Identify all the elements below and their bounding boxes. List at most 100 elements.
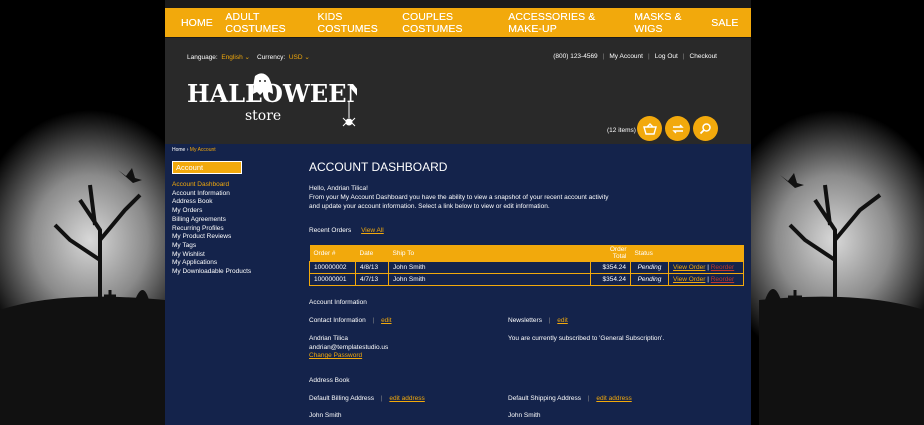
log-out-link[interactable]: Log Out (655, 53, 678, 60)
page-wrapper: HOME ADULT COSTUMES KIDS COSTUMES COUPLE… (165, 0, 751, 425)
breadcrumb-separator: › (186, 147, 189, 153)
nav-adult-costumes[interactable]: ADULT COSTUMES (225, 11, 305, 35)
edit-shipping-address-link[interactable]: edit address (596, 395, 631, 402)
compare-arrows-icon (671, 124, 684, 133)
main-content-area: Home › My Account Account Account Dashbo… (165, 144, 751, 425)
order-actions: View Order | Reorder (668, 261, 744, 274)
page-title: ACCOUNT DASHBOARD (309, 160, 448, 174)
shipping-address-label: Default Shipping Address (508, 395, 581, 402)
chevron-down-icon: ⌄ (244, 54, 250, 61)
edit-billing-address-link[interactable]: edit address (389, 395, 424, 402)
shipping-name: John Smith (508, 412, 541, 419)
edit-contact-link[interactable]: edit (381, 317, 391, 324)
order-date: 4/8/13 (355, 261, 389, 274)
change-password-link[interactable]: Change Password (309, 352, 388, 361)
reorder-link[interactable]: Reorder (711, 276, 734, 283)
sidebar-item-my-tags[interactable]: My Tags (172, 242, 251, 251)
billing-address-label: Default Billing Address (309, 395, 375, 402)
order-status: Pending (630, 273, 669, 286)
main-navigation: HOME ADULT COSTUMES KIDS COSTUMES COUPLE… (165, 8, 751, 37)
logo-sub-text: store (245, 108, 281, 124)
dashboard-content: ACCOUNT DASHBOARD Hello, Andrian Tilica!… (309, 144, 746, 425)
nav-masks-wigs[interactable]: MASKS & WIGS (634, 11, 699, 35)
breadcrumb-home[interactable]: Home (172, 147, 185, 153)
col-date: Date (359, 249, 374, 257)
newsletter-status: You are currently subscribed to 'General… (508, 335, 665, 342)
account-sidebar: Account Dashboard Account Information Ad… (172, 181, 251, 277)
breadcrumb: Home › My Account (172, 147, 216, 153)
top-links: (800) 123-4569 | My Account | Log Out | … (553, 53, 717, 60)
sidebar-item-my-applications[interactable]: My Applications (172, 259, 251, 268)
top-nav-area: HOME ADULT COSTUMES KIDS COSTUMES COUPLE… (165, 0, 751, 38)
cart-button[interactable] (637, 116, 662, 141)
phone-number: (800) 123-4569 (553, 53, 598, 60)
sidebar-item-account-dashboard[interactable]: Account Dashboard (172, 181, 251, 190)
cart-item-count[interactable]: (12 items) (607, 127, 636, 134)
col-order-total: Order Total (609, 246, 627, 260)
sidebar-title: Account (172, 161, 242, 174)
currency-label: Currency: (257, 54, 286, 61)
intro-text: From your My Account Dashboard you have … (309, 194, 609, 210)
shipping-address-heading: Default Shipping Address | edit address (508, 395, 632, 402)
checkout-link[interactable]: Checkout (690, 53, 717, 60)
language-selector[interactable]: Language: English ⌄ (187, 53, 250, 61)
search-icon (699, 123, 711, 135)
edit-newsletters-link[interactable]: edit (557, 317, 567, 324)
language-label: Language: (187, 54, 218, 61)
nav-kids-costumes[interactable]: KIDS COSTUMES (318, 11, 390, 35)
my-account-link[interactable]: My Account (609, 53, 643, 60)
account-information-heading: Account Information (309, 299, 367, 306)
basket-icon (642, 122, 657, 135)
order-number: 100000001 (309, 273, 356, 286)
search-button[interactable] (693, 116, 718, 141)
table-row: 100000001 4/7/13 John Smith $354.24 Pend… (309, 273, 744, 286)
order-total: $354.24 (590, 261, 631, 274)
order-ship-to: John Smith (388, 261, 591, 274)
compare-button[interactable] (665, 116, 690, 141)
sidebar-item-address-book[interactable]: Address Book (172, 198, 251, 207)
greeting: Hello, Andrian Tilica! (309, 185, 368, 192)
sidebar-item-my-orders[interactable]: My Orders (172, 207, 251, 216)
reorder-link[interactable]: Reorder (711, 264, 734, 271)
breadcrumb-current: My Account (189, 147, 216, 153)
contact-info-heading: Contact Information | edit (309, 317, 392, 324)
currency-value[interactable]: USD (289, 54, 303, 61)
contact-info-label: Contact Information (309, 317, 366, 324)
recent-orders-label: Recent Orders (309, 227, 352, 234)
table-row: 100000002 4/8/13 John Smith $354.24 Pend… (309, 261, 744, 274)
order-number: 100000002 (309, 261, 356, 274)
order-actions: View Order | Reorder (668, 273, 744, 286)
site-header: Language: English ⌄ Currency: USD ⌄ (800… (165, 38, 751, 144)
ghost-icon (253, 73, 273, 95)
nav-home[interactable]: HOME (181, 17, 213, 29)
nav-sale[interactable]: SALE (711, 17, 738, 29)
order-date: 4/7/13 (355, 273, 389, 286)
view-order-link[interactable]: View Order (673, 276, 705, 283)
sidebar-item-my-downloadable-products[interactable]: My Downloadable Products (172, 268, 251, 277)
col-status: Status (634, 249, 653, 257)
col-actions (669, 245, 744, 262)
billing-address-heading: Default Billing Address | edit address (309, 395, 425, 402)
col-order: Order # (313, 249, 336, 257)
order-status: Pending (630, 261, 669, 274)
sidebar-item-recurring-profiles[interactable]: Recurring Profiles (172, 225, 251, 234)
recent-orders-heading: Recent Orders View All (309, 227, 384, 234)
sidebar-item-billing-agreements[interactable]: Billing Agreements (172, 216, 251, 225)
sidebar-item-account-information[interactable]: Account Information (172, 190, 251, 199)
view-all-link[interactable]: View All (361, 227, 384, 234)
address-book-heading: Address Book (309, 377, 350, 384)
order-total: $354.24 (590, 273, 631, 286)
view-order-link[interactable]: View Order (673, 264, 705, 271)
customer-name: Andrian Tilica (309, 335, 349, 342)
contact-details: Andrian Tilica andrian@templatestudio.us… (309, 335, 388, 361)
currency-selector[interactable]: Currency: USD ⌄ (257, 53, 310, 61)
halloween-store-logo[interactable]: HALLOWEEN store (187, 72, 357, 132)
sidebar-item-my-wishlist[interactable]: My Wishlist (172, 251, 251, 260)
nav-accessories-makeup[interactable]: ACCESSORIES & MAKE-UP (508, 11, 621, 35)
nav-couples-costumes[interactable]: COUPLES COSTUMES (402, 11, 495, 35)
billing-name: John Smith (309, 412, 342, 419)
language-value[interactable]: English (221, 54, 242, 61)
table-header-row: Order # Date Ship To Order Total Status (309, 245, 744, 262)
chevron-down-icon: ⌄ (304, 54, 310, 61)
sidebar-item-my-product-reviews[interactable]: My Product Reviews (172, 233, 251, 242)
